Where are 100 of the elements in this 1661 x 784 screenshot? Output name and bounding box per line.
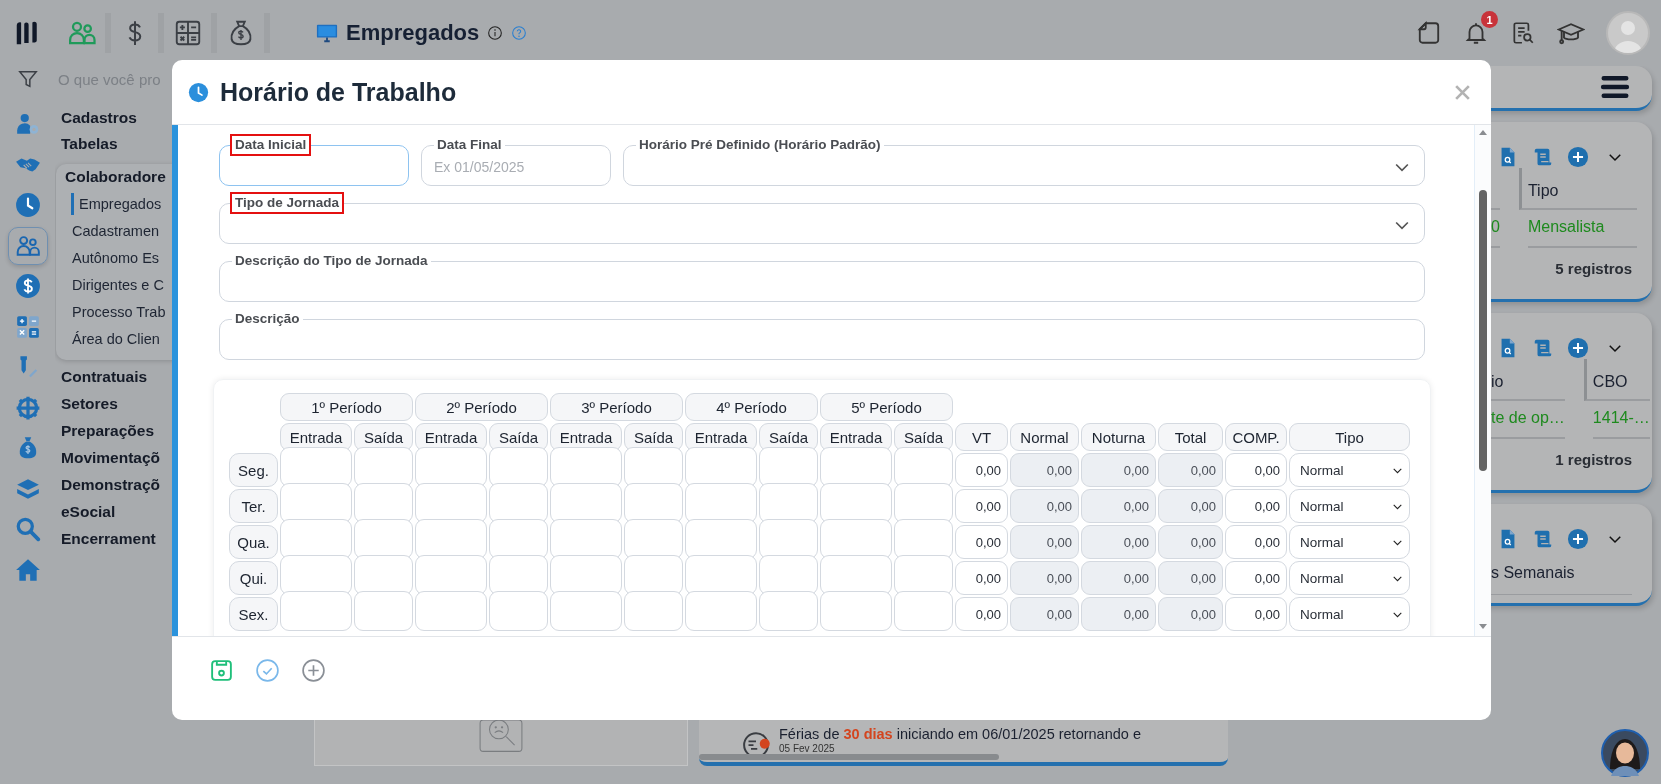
time-field[interactable] [894, 483, 953, 523]
submenu-item[interactable]: Área do Clien [56, 325, 172, 352]
time-field[interactable] [820, 483, 892, 523]
menu-item[interactable]: eSocial [55, 498, 172, 525]
time-field[interactable] [550, 483, 622, 523]
time-field[interactable] [820, 447, 892, 487]
time-field[interactable] [489, 591, 548, 631]
assistant-avatar[interactable] [1601, 729, 1649, 777]
add-icon[interactable] [301, 658, 326, 683]
user-avatar[interactable] [1606, 11, 1650, 55]
time-field[interactable] [759, 591, 818, 631]
time-field[interactable] [820, 519, 892, 559]
time-field[interactable] [489, 519, 548, 559]
scrollbar[interactable] [1474, 125, 1491, 636]
time-field[interactable] [280, 483, 352, 523]
time-field[interactable] [759, 483, 818, 523]
menu-item[interactable]: Contratuais [55, 363, 172, 390]
help-icon[interactable] [511, 25, 528, 41]
number-field[interactable]: 0,00 [955, 489, 1008, 523]
time-field[interactable] [624, 447, 683, 487]
scroll-icon[interactable] [1532, 528, 1554, 550]
time-field[interactable] [280, 555, 352, 595]
submenu-item[interactable]: Cadastramen [56, 217, 172, 244]
time-field[interactable] [759, 519, 818, 559]
time-field[interactable] [489, 447, 548, 487]
type-select[interactable]: Normal [1289, 561, 1410, 595]
time-field[interactable] [894, 555, 953, 595]
time-field[interactable] [820, 555, 892, 595]
time-field[interactable] [685, 519, 757, 559]
time-field[interactable] [550, 519, 622, 559]
type-select[interactable]: Normal [1289, 597, 1410, 631]
time-field[interactable] [280, 519, 352, 559]
time-field[interactable] [550, 447, 622, 487]
time-field[interactable] [280, 447, 352, 487]
bell-icon[interactable] [1463, 20, 1489, 46]
input-field[interactable]: Data Inicial [219, 136, 409, 186]
add-icon[interactable] [1567, 337, 1589, 359]
number-field[interactable]: 0,00 [1225, 525, 1287, 559]
menu-item[interactable]: Tabelas [55, 131, 172, 157]
nav-button[interactable] [7, 226, 48, 265]
type-select[interactable]: Normal [1289, 489, 1410, 523]
time-field[interactable] [354, 591, 413, 631]
time-field[interactable] [685, 447, 757, 487]
time-field[interactable] [624, 519, 683, 559]
time-field[interactable] [894, 447, 953, 487]
time-field[interactable] [550, 555, 622, 595]
submenu-item[interactable]: Autônomo Es [56, 244, 172, 271]
number-field[interactable]: 0,00 [955, 453, 1008, 487]
note-icon[interactable] [1416, 20, 1442, 46]
number-field[interactable]: 0,00 [955, 525, 1008, 559]
time-field[interactable] [354, 519, 413, 559]
time-field[interactable] [624, 591, 683, 631]
number-field[interactable]: 0,00 [1225, 453, 1287, 487]
menu-item[interactable]: Cadastros [55, 105, 172, 131]
time-field[interactable] [894, 519, 953, 559]
number-field[interactable]: 0,00 [955, 597, 1008, 631]
time-field[interactable] [415, 591, 487, 631]
menu-item[interactable]: Colaboradore [56, 164, 172, 190]
time-field[interactable] [685, 555, 757, 595]
add-icon[interactable] [1567, 146, 1589, 168]
check-icon[interactable] [255, 658, 280, 683]
scroll-icon[interactable] [1532, 337, 1554, 359]
document-search-icon[interactable] [1510, 20, 1536, 46]
time-field[interactable] [354, 483, 413, 523]
time-field[interactable] [489, 555, 548, 595]
submenu-item[interactable]: Dirigentes e C [56, 271, 172, 298]
number-field[interactable]: 0,00 [1225, 597, 1287, 631]
time-field[interactable] [415, 519, 487, 559]
number-field[interactable]: 0,00 [1225, 561, 1287, 595]
time-field[interactable] [415, 555, 487, 595]
number-field[interactable]: 0,00 [1225, 489, 1287, 523]
time-field[interactable] [624, 483, 683, 523]
type-select[interactable]: Normal [1289, 453, 1410, 487]
time-field[interactable] [685, 591, 757, 631]
type-select[interactable]: Normal [1289, 525, 1410, 559]
time-field[interactable] [354, 555, 413, 595]
time-field[interactable] [280, 591, 352, 631]
menu-item[interactable]: Movimentaçõ [55, 444, 172, 471]
time-field[interactable] [759, 447, 818, 487]
scrollbar-thumb[interactable] [699, 754, 999, 760]
menu-item[interactable]: Demonstraçõ [55, 471, 172, 498]
time-field[interactable] [894, 591, 953, 631]
time-field[interactable] [550, 591, 622, 631]
submenu-item[interactable]: Processo Trab [56, 298, 172, 325]
time-field[interactable] [624, 555, 683, 595]
time-field[interactable] [685, 483, 757, 523]
menu-item[interactable]: Preparações [55, 417, 172, 444]
save-icon[interactable] [209, 658, 234, 683]
menu-item[interactable]: Setores [55, 390, 172, 417]
info-icon[interactable] [487, 25, 504, 41]
add-icon[interactable] [1567, 528, 1589, 550]
scroll-icon[interactable] [1532, 146, 1554, 168]
time-field[interactable] [415, 447, 487, 487]
text-input[interactable]: Ex 01/05/2025 [434, 158, 598, 175]
time-field[interactable] [820, 591, 892, 631]
time-field[interactable] [489, 483, 548, 523]
time-field[interactable] [415, 483, 487, 523]
menu-item[interactable]: Encerrament [55, 525, 172, 552]
filter-icon[interactable] [16, 68, 39, 90]
number-field[interactable]: 0,00 [955, 561, 1008, 595]
